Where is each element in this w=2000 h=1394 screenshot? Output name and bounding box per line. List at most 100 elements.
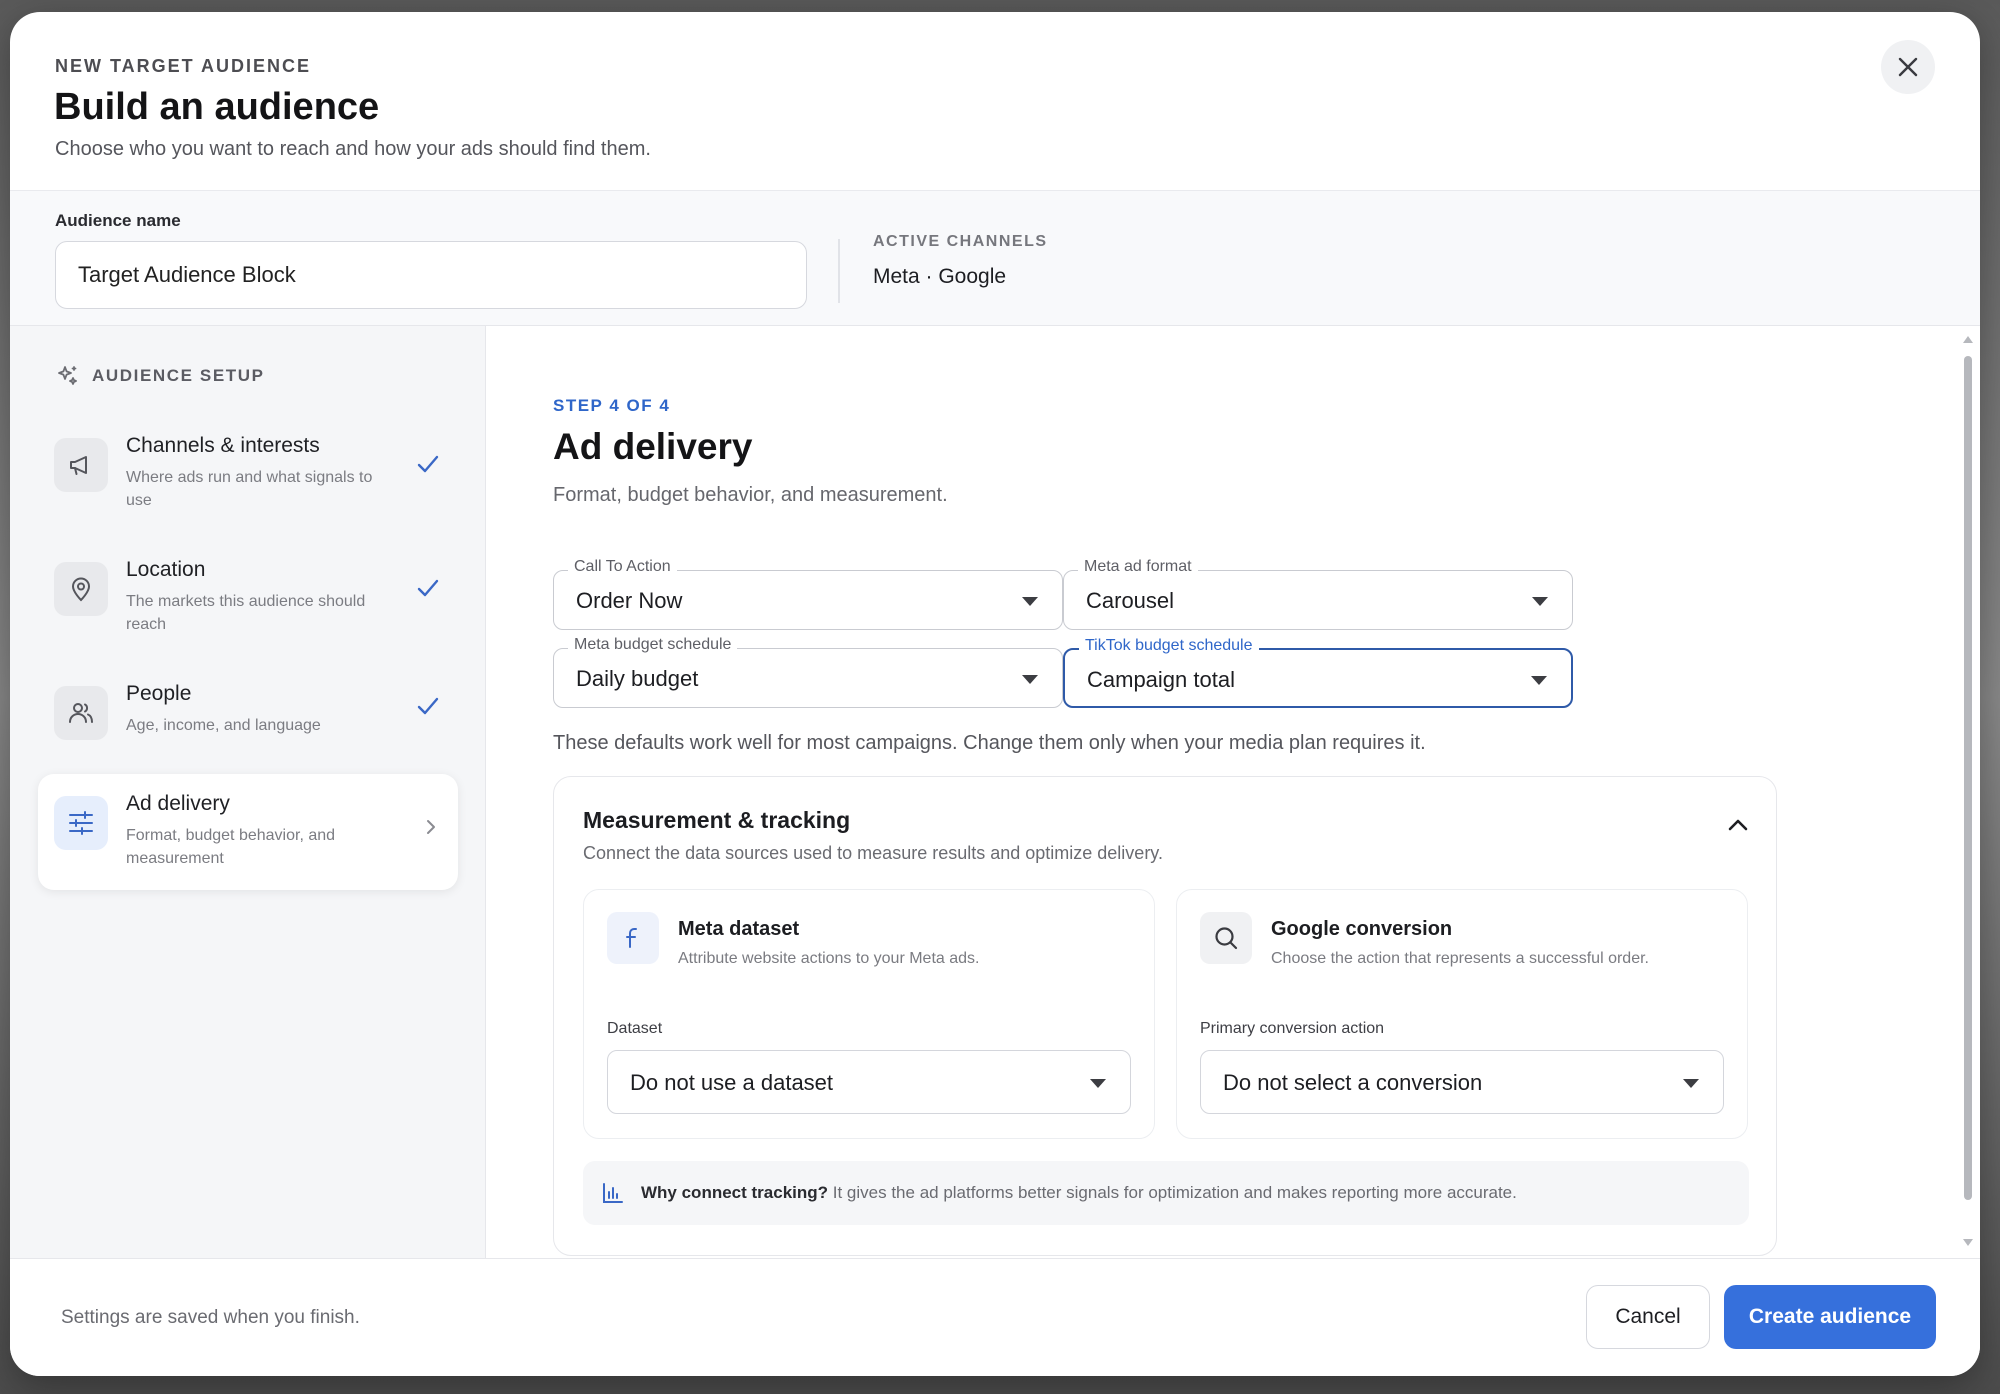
caret-down-icon (1090, 1079, 1106, 1088)
search-icon (1215, 927, 1238, 950)
conversion-label: Primary conversion action (1200, 1020, 1385, 1037)
map-pin-icon (71, 577, 91, 602)
caret-down-icon (1022, 675, 1038, 684)
check-icon (417, 455, 439, 473)
step-text: Location The markets this audience shoul… (126, 558, 396, 636)
dataset-select[interactable]: Do not use a dataset (607, 1050, 1131, 1114)
sidebar-step-channels[interactable]: Channels & interests Where ads run and w… (38, 416, 458, 532)
measurement-subtitle: Connect the data sources used to measure… (583, 843, 1163, 863)
sidebar-step-people[interactable]: People Age, income, and language (38, 664, 458, 780)
step-text: People Age, income, and language (126, 682, 396, 737)
sidebar-step-location[interactable]: Location The markets this audience shoul… (38, 540, 458, 656)
caret-down-icon (1022, 597, 1038, 606)
caret-down-icon (1532, 597, 1548, 606)
section-subtitle: Format, budget behavior, and measurement… (553, 484, 948, 506)
check-icon (417, 579, 439, 597)
icon-box (1200, 912, 1252, 964)
tracking-info-banner: Why connect tracking? It gives the ad pl… (583, 1161, 1749, 1225)
meta-budget-schedule-select[interactable]: Meta budget schedule Daily budget (553, 636, 1063, 708)
meta-dataset-card: Meta dataset Attribute website actions t… (583, 889, 1155, 1139)
step-text: Ad delivery Format, budget behavior, and… (126, 792, 396, 870)
sidebar-heading: AUDIENCE SETUP (56, 364, 265, 388)
step-indicator: STEP 4 OF 4 (553, 396, 671, 415)
modal-footer: Settings are saved when you finish. Canc… (10, 1258, 1980, 1376)
select-value: Carousel (1086, 588, 1175, 613)
sub-card-desc: Attribute website actions to your Meta a… (678, 950, 980, 967)
chevron-right-icon (427, 820, 435, 834)
bar-chart-icon (603, 1183, 623, 1203)
setup-sidebar: AUDIENCE SETUP Channels & interests Wher… (10, 326, 486, 1258)
info-text: Why connect tracking? It gives the ad pl… (641, 1183, 1517, 1203)
field-label: Meta ad format (1078, 558, 1198, 576)
create-audience-button[interactable]: Create audience (1724, 1285, 1936, 1349)
scroll-down-icon[interactable] (1963, 1239, 1973, 1246)
google-conversion-card: Google conversion Choose the action that… (1176, 889, 1748, 1139)
step-text: Channels & interests Where ads run and w… (126, 434, 396, 512)
sub-card-title: Meta dataset (678, 918, 800, 940)
info-body: It gives the ad platforms better signals… (828, 1183, 1517, 1202)
step-icon-box (54, 438, 108, 492)
facebook-icon (626, 928, 637, 948)
field-label: TikTok budget schedule (1079, 637, 1259, 655)
main-scrollbar[interactable] (1962, 336, 1974, 1246)
close-button[interactable] (1881, 40, 1935, 94)
icon-box (607, 912, 659, 964)
tiktok-budget-schedule-select[interactable]: TikTok budget schedule Campaign total (1063, 637, 1573, 708)
scroll-thumb[interactable] (1964, 356, 1972, 1200)
step-status (416, 452, 440, 481)
section-title: Ad delivery (553, 426, 753, 467)
step-status (416, 694, 440, 723)
select-value: Do not use a dataset (630, 1070, 834, 1095)
step-status (416, 576, 440, 605)
meta-ad-format-select[interactable]: Meta ad format Carousel (1063, 558, 1573, 630)
caret-down-icon (1531, 676, 1547, 685)
step-title: Location (126, 558, 206, 581)
step-title: Ad delivery (126, 792, 230, 815)
step-icon-box (54, 562, 108, 616)
step-status (422, 818, 440, 841)
step-icon-box (54, 686, 108, 740)
step-title: People (126, 682, 192, 705)
audience-name-input[interactable] (55, 241, 807, 309)
caret-down-icon (1683, 1079, 1699, 1088)
chevron-up-icon (1728, 819, 1748, 831)
step-desc: Where ads run and what signals to use (126, 469, 373, 509)
sliders-icon (69, 811, 93, 835)
measurement-card: Measurement & tracking Connect the data … (553, 776, 1777, 1256)
cancel-button[interactable]: Cancel (1586, 1285, 1710, 1349)
band-divider (838, 239, 840, 303)
ad-delivery-panel: STEP 4 OF 4 Ad delivery Format, budget b… (487, 326, 1980, 1258)
collapse-button[interactable] (1726, 813, 1750, 842)
modal-header: NEW TARGET AUDIENCE Build an audience Ch… (10, 12, 1980, 190)
sub-card-desc: Choose the action that represents a succ… (1271, 950, 1649, 967)
step-desc: Format, budget behavior, and measurement (126, 827, 336, 867)
modal-title: Build an audience (54, 86, 380, 128)
scroll-up-icon[interactable] (1963, 336, 1973, 343)
measurement-title: Measurement & tracking (583, 807, 851, 833)
audience-name-label: Audience name (55, 211, 181, 230)
sidebar-heading-text: AUDIENCE SETUP (92, 366, 265, 385)
select-value: Do not select a conversion (1223, 1070, 1483, 1095)
audience-name-band: Audience name ACTIVE CHANNELS Meta · Goo… (10, 190, 1980, 326)
footer-note: Settings are saved when you finish. (61, 1307, 360, 1328)
sub-card-title: Google conversion (1271, 918, 1453, 940)
step-icon-box (54, 796, 108, 850)
sparkle-icon (58, 366, 77, 385)
people-icon (69, 703, 93, 723)
call-to-action-select[interactable]: Call To Action Order Now (553, 558, 1063, 630)
sidebar-step-ad-delivery[interactable]: Ad delivery Format, budget behavior, and… (38, 774, 458, 890)
defaults-note: These defaults work well for most campai… (553, 732, 1426, 754)
select-value: Campaign total (1087, 667, 1235, 692)
step-title: Channels & interests (126, 434, 320, 457)
select-value: Daily budget (576, 666, 699, 691)
active-channels-label: ACTIVE CHANNELS (873, 233, 1048, 250)
active-channels-value: Meta · Google (873, 265, 1007, 288)
new-audience-modal: NEW TARGET AUDIENCE Build an audience Ch… (10, 12, 1980, 1376)
step-desc: The markets this audience should reach (126, 593, 366, 633)
modal-subtitle: Choose who you want to reach and how you… (55, 138, 651, 160)
conversion-select[interactable]: Do not select a conversion (1200, 1050, 1724, 1114)
select-value: Order Now (576, 588, 683, 613)
check-icon (417, 697, 439, 715)
field-label: Meta budget schedule (568, 636, 738, 654)
megaphone-icon (70, 456, 87, 475)
